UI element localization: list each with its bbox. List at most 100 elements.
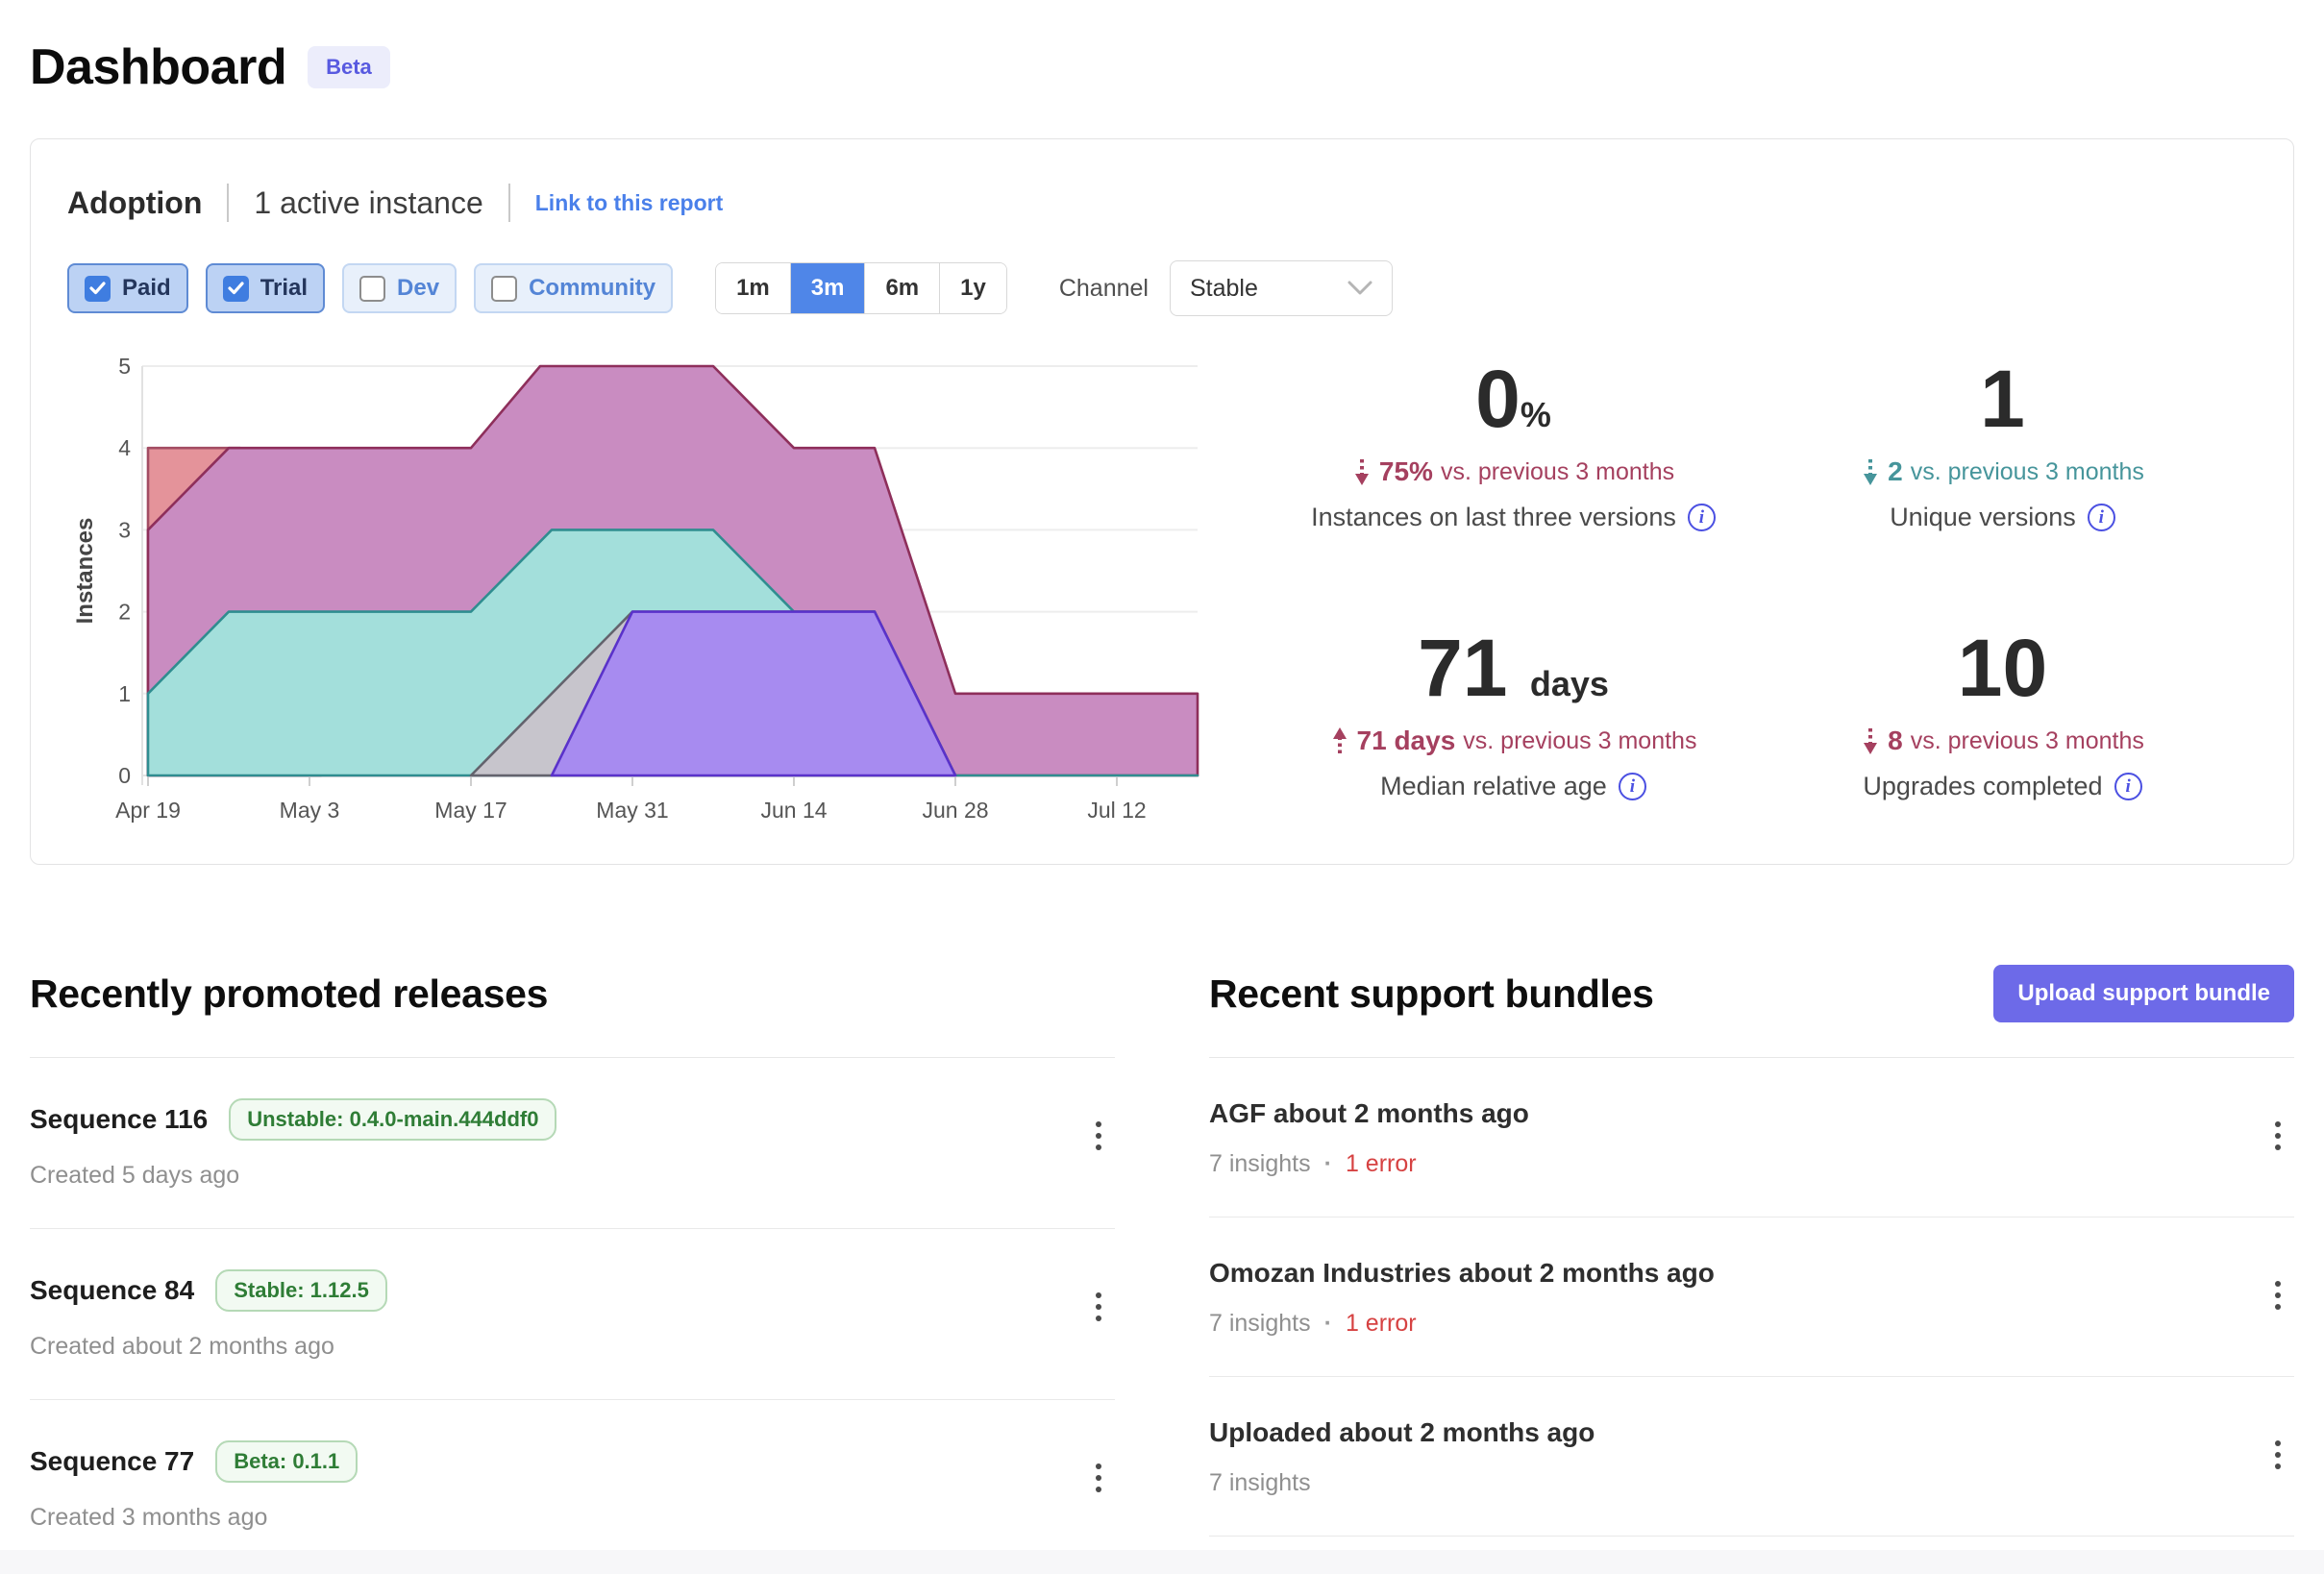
divider — [227, 184, 229, 222]
release-row: Sequence 77 Beta: 0.1.1 Created 3 months… — [30, 1400, 1115, 1570]
bundle-insights: 7 insights — [1209, 1469, 1311, 1497]
upload-support-bundle-button[interactable]: Upload support bundle — [1993, 965, 2294, 1022]
page-bottom-strip — [0, 1550, 2324, 1574]
link-to-report[interactable]: Link to this report — [535, 190, 724, 216]
stat-value: 1 — [1980, 354, 2025, 444]
release-title: Sequence 116 — [30, 1104, 208, 1135]
range-button-3m[interactable]: 3m — [791, 263, 866, 313]
release-row: Sequence 116 Unstable: 0.4.0-main.444ddf… — [30, 1058, 1115, 1229]
range-button-1m[interactable]: 1m — [716, 263, 791, 313]
stat-unit: % — [1520, 395, 1551, 434]
adoption-card-header: Adoption 1 active instance Link to this … — [67, 184, 2257, 222]
stat-median-relative-age: 71 days 71 days vs. previous 3 months Me… — [1269, 627, 1758, 835]
release-version-badge: Stable: 1.12.5 — [215, 1269, 387, 1312]
trend-down-icon — [1861, 457, 1880, 486]
page-title: Dashboard — [30, 38, 286, 96]
stat-delta: 71 days vs. previous 3 months — [1269, 726, 1758, 756]
filter-chip-label: Community — [529, 275, 655, 302]
svg-text:5: 5 — [118, 354, 131, 379]
support-bundles-section: Recent support bundles Upload support bu… — [1209, 959, 2294, 1574]
adoption-chart-wrap: 012345Apr 19May 3May 17May 31Jun 14Jun 2… — [67, 345, 1211, 835]
stat-delta: 2 vs. previous 3 months — [1758, 456, 2247, 487]
channel-select[interactable]: Stable — [1170, 260, 1393, 316]
trend-down-icon — [1352, 457, 1372, 486]
range-button-1y[interactable]: 1y — [940, 263, 1006, 313]
bundle-row: Omozan Industries about 2 months ago 7 i… — [1209, 1217, 2294, 1377]
stat-unique-versions: 1 2 vs. previous 3 months Unique version… — [1758, 358, 2247, 566]
svg-text:May 17: May 17 — [434, 798, 507, 823]
svg-text:3: 3 — [118, 517, 131, 542]
delta-value: 71 days — [1357, 726, 1456, 756]
svg-text:0: 0 — [118, 763, 131, 788]
filter-row: Paid Trial Dev Community 1m — [67, 260, 2257, 316]
kebab-menu-icon[interactable] — [2265, 1267, 2290, 1323]
releases-section: Recently promoted releases Sequence 116 … — [30, 959, 1115, 1574]
svg-text:Jun 28: Jun 28 — [922, 798, 988, 823]
active-instance-count: 1 active instance — [254, 185, 482, 221]
filter-chip-dev[interactable]: Dev — [342, 263, 457, 313]
adoption-area-chart: 012345Apr 19May 3May 17May 31Jun 14Jun 2… — [67, 345, 1211, 830]
info-icon[interactable]: i — [1688, 504, 1716, 531]
filter-chip-label: Trial — [260, 275, 308, 302]
kebab-menu-icon[interactable] — [1086, 1108, 1111, 1164]
checkbox-unchecked-icon — [359, 276, 385, 302]
beta-badge: Beta — [308, 46, 390, 88]
svg-text:May 3: May 3 — [280, 798, 340, 823]
delta-value: 75% — [1379, 456, 1433, 487]
svg-text:Apr 19: Apr 19 — [115, 798, 181, 823]
kebab-menu-icon[interactable] — [2265, 1427, 2290, 1483]
stat-label: Median relative age — [1380, 772, 1607, 801]
lower-sections: Recently promoted releases Sequence 116 … — [30, 959, 2294, 1574]
delta-value: 2 — [1888, 456, 1903, 487]
svg-text:May 31: May 31 — [596, 798, 668, 823]
checkbox-checked-icon — [223, 276, 249, 302]
stat-value: 71 — [1418, 623, 1507, 713]
svg-text:2: 2 — [118, 600, 131, 625]
release-version-badge: Unstable: 0.4.0-main.444ddf0 — [229, 1098, 556, 1141]
bundle-insights: 7 insights — [1209, 1150, 1311, 1178]
bundle-errors: 1 error — [1346, 1150, 1417, 1178]
checkbox-unchecked-icon — [491, 276, 517, 302]
delta-value: 8 — [1888, 726, 1903, 756]
kebab-menu-icon[interactable] — [1086, 1450, 1111, 1506]
checkbox-checked-icon — [85, 276, 111, 302]
stat-value: 10 — [1958, 623, 2047, 713]
bundle-errors: 1 error — [1346, 1310, 1417, 1338]
delta-caption: vs. previous 3 months — [1463, 727, 1696, 755]
stat-value: 0 — [1475, 354, 1520, 444]
adoption-card-body: 012345Apr 19May 3May 17May 31Jun 14Jun 2… — [67, 345, 2257, 835]
bundle-title: AGF about 2 months ago — [1209, 1098, 1529, 1129]
release-row: Sequence 84 Stable: 1.12.5 Created about… — [30, 1229, 1115, 1400]
chevron-down-icon — [1347, 281, 1372, 296]
dot-separator: · — [1324, 1150, 1332, 1178]
info-icon[interactable]: i — [2114, 773, 2142, 800]
filter-chip-trial[interactable]: Trial — [206, 263, 325, 313]
kebab-menu-icon[interactable] — [1086, 1279, 1111, 1335]
info-icon[interactable]: i — [2088, 504, 2115, 531]
stat-delta: 8 vs. previous 3 months — [1758, 726, 2247, 756]
dashboard-page: Dashboard Beta Adoption 1 active instanc… — [0, 0, 2324, 1574]
stat-label: Instances on last three versions — [1311, 503, 1676, 532]
releases-heading: Recently promoted releases — [30, 971, 548, 1017]
release-title: Sequence 84 — [30, 1275, 194, 1306]
bundle-title: Uploaded about 2 months ago — [1209, 1417, 1595, 1448]
delta-caption: vs. previous 3 months — [1911, 727, 2144, 755]
stat-upgrades-completed: 10 8 vs. previous 3 months Upgrades comp… — [1758, 627, 2247, 835]
bundle-row: AGF about 2 months ago 7 insights · 1 er… — [1209, 1058, 2294, 1217]
info-icon[interactable]: i — [1619, 773, 1646, 800]
page-header: Dashboard Beta — [30, 38, 2294, 96]
filter-chip-paid[interactable]: Paid — [67, 263, 188, 313]
adoption-card: Adoption 1 active instance Link to this … — [30, 138, 2294, 865]
kebab-menu-icon[interactable] — [2265, 1108, 2290, 1164]
stat-label: Unique versions — [1890, 503, 2076, 532]
bundle-title: Omozan Industries about 2 months ago — [1209, 1258, 1715, 1289]
svg-text:Instances: Instances — [72, 518, 98, 625]
filter-chip-community[interactable]: Community — [474, 263, 673, 313]
release-created: Created about 2 months ago — [30, 1333, 334, 1361]
stat-label: Upgrades completed — [1863, 772, 2102, 801]
dot-separator: · — [1324, 1310, 1332, 1338]
range-button-6m[interactable]: 6m — [865, 263, 940, 313]
svg-text:1: 1 — [118, 681, 131, 706]
bundles-heading: Recent support bundles — [1209, 971, 1654, 1017]
svg-text:4: 4 — [118, 435, 131, 460]
